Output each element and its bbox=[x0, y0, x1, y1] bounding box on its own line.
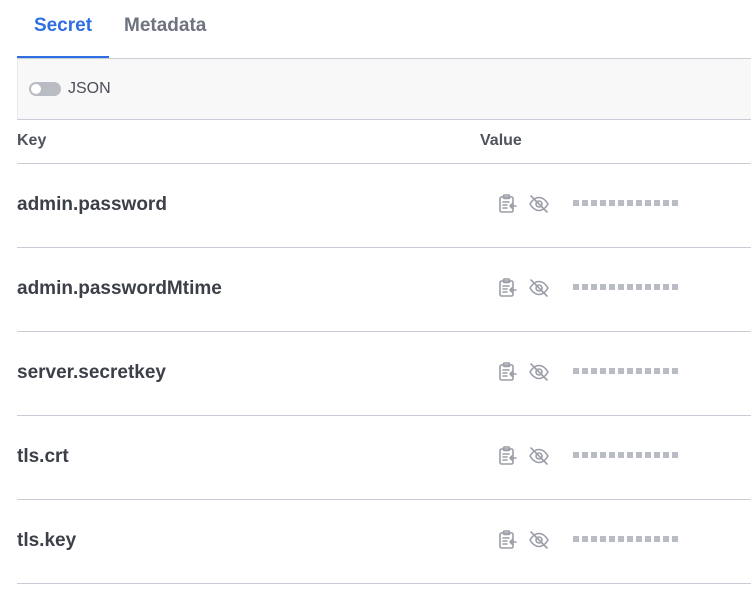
mask-dot bbox=[582, 368, 588, 374]
mask-dot bbox=[600, 200, 606, 206]
mask-dot bbox=[663, 368, 669, 374]
mask-dot bbox=[618, 452, 624, 458]
table-row: admin.passwordMtime bbox=[17, 248, 751, 332]
mask-dot bbox=[672, 284, 678, 290]
column-header-key: Key bbox=[17, 132, 47, 149]
mask-dot bbox=[672, 200, 678, 206]
table-row: server.secretkey bbox=[17, 332, 751, 416]
mask-dot bbox=[582, 536, 588, 542]
mask-dot bbox=[636, 284, 642, 290]
copy-to-clipboard-icon[interactable] bbox=[497, 277, 519, 299]
toggle-knob bbox=[31, 84, 41, 94]
tab-bar: Secret Metadata bbox=[17, 0, 751, 58]
mask-dot bbox=[663, 200, 669, 206]
mask-dot bbox=[636, 368, 642, 374]
mask-dot bbox=[573, 452, 579, 458]
secret-key-label: admin.password bbox=[17, 194, 167, 215]
secret-key-label: tls.key bbox=[17, 530, 77, 551]
mask-dot bbox=[627, 284, 633, 290]
mask-dot bbox=[591, 284, 597, 290]
json-toggle-label: JSON bbox=[68, 80, 111, 97]
copy-to-clipboard-icon[interactable] bbox=[497, 529, 519, 551]
mask-dot bbox=[609, 368, 615, 374]
mask-dot bbox=[573, 284, 579, 290]
masked-value bbox=[573, 536, 678, 544]
mask-dot bbox=[618, 368, 624, 374]
mask-dot bbox=[636, 200, 642, 206]
mask-dot bbox=[672, 536, 678, 542]
tab-metadata[interactable]: Metadata bbox=[124, 0, 206, 58]
mask-dot bbox=[654, 284, 660, 290]
toolbar: JSON bbox=[17, 58, 751, 120]
eye-slash-icon[interactable] bbox=[528, 361, 550, 383]
copy-to-clipboard-icon[interactable] bbox=[497, 445, 519, 467]
secret-detail-panel: Secret Metadata JSON Key Value admin.pas… bbox=[0, 0, 751, 606]
mask-dot bbox=[645, 368, 651, 374]
mask-dot bbox=[672, 368, 678, 374]
mask-dot bbox=[618, 200, 624, 206]
mask-dot bbox=[636, 536, 642, 542]
mask-dot bbox=[645, 200, 651, 206]
masked-value bbox=[573, 452, 678, 460]
mask-dot bbox=[654, 452, 660, 458]
copy-to-clipboard-icon[interactable] bbox=[497, 361, 519, 383]
table-row: tls.crt bbox=[17, 416, 751, 500]
tab-secret[interactable]: Secret bbox=[17, 0, 109, 58]
mask-dot bbox=[663, 536, 669, 542]
mask-dot bbox=[636, 452, 642, 458]
eye-slash-icon[interactable] bbox=[528, 277, 550, 299]
masked-value bbox=[573, 368, 678, 376]
mask-dot bbox=[654, 536, 660, 542]
mask-dot bbox=[591, 452, 597, 458]
mask-dot bbox=[645, 536, 651, 542]
mask-dot bbox=[618, 284, 624, 290]
mask-dot bbox=[627, 452, 633, 458]
mask-dot bbox=[582, 284, 588, 290]
mask-dot bbox=[654, 368, 660, 374]
column-header-value: Value bbox=[480, 132, 522, 149]
mask-dot bbox=[645, 284, 651, 290]
mask-dot bbox=[573, 368, 579, 374]
mask-dot bbox=[582, 452, 588, 458]
mask-dot bbox=[600, 452, 606, 458]
mask-dot bbox=[591, 368, 597, 374]
mask-dot bbox=[591, 536, 597, 542]
copy-to-clipboard-icon[interactable] bbox=[497, 193, 519, 215]
mask-dot bbox=[600, 536, 606, 542]
mask-dot bbox=[600, 284, 606, 290]
json-toggle[interactable] bbox=[29, 82, 61, 96]
mask-dot bbox=[573, 536, 579, 542]
mask-dot bbox=[663, 284, 669, 290]
mask-dot bbox=[672, 452, 678, 458]
mask-dot bbox=[609, 284, 615, 290]
mask-dot bbox=[627, 200, 633, 206]
mask-dot bbox=[627, 536, 633, 542]
eye-slash-icon[interactable] bbox=[528, 193, 550, 215]
mask-dot bbox=[627, 368, 633, 374]
eye-slash-icon[interactable] bbox=[528, 445, 550, 467]
mask-dot bbox=[582, 200, 588, 206]
mask-dot bbox=[618, 536, 624, 542]
masked-value bbox=[573, 284, 678, 292]
secret-key-label: admin.passwordMtime bbox=[17, 278, 222, 299]
mask-dot bbox=[663, 452, 669, 458]
mask-dot bbox=[609, 200, 615, 206]
secret-key-label: tls.crt bbox=[17, 446, 69, 467]
secret-key-label: server.secretkey bbox=[17, 362, 166, 383]
mask-dot bbox=[645, 452, 651, 458]
mask-dot bbox=[609, 452, 615, 458]
table-header: Key Value bbox=[17, 120, 751, 164]
masked-value bbox=[573, 200, 678, 208]
eye-slash-icon[interactable] bbox=[528, 529, 550, 551]
mask-dot bbox=[609, 536, 615, 542]
mask-dot bbox=[600, 368, 606, 374]
mask-dot bbox=[654, 200, 660, 206]
mask-dot bbox=[573, 200, 579, 206]
mask-dot bbox=[591, 200, 597, 206]
table-row: tls.key bbox=[17, 500, 751, 584]
table-row: admin.password bbox=[17, 164, 751, 248]
